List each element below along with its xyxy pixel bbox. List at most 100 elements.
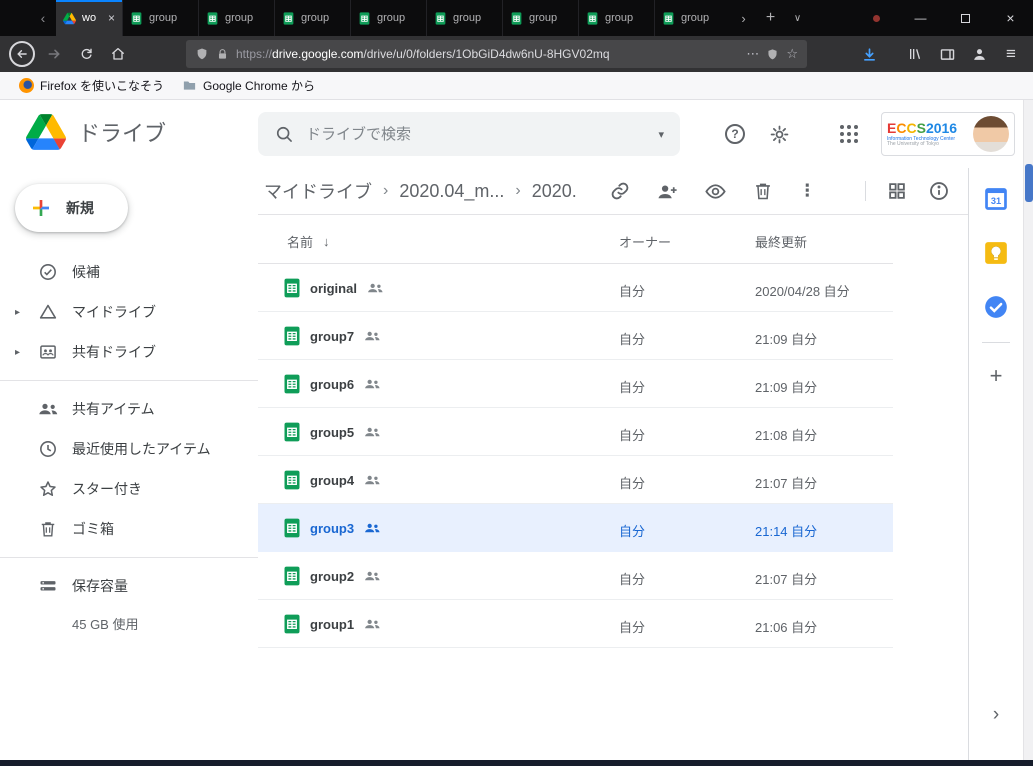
sidebar-toggle-button[interactable] [931,38,963,70]
tab-list-dropdown-icon[interactable]: ∨ [784,0,811,36]
tab-close-icon[interactable]: × [108,11,115,25]
sidebar-item-label: 共有ドライブ [72,342,156,362]
sidebar-item-my-drive[interactable]: ▸ マイドライブ [0,292,258,332]
file-row[interactable]: group5 自分 21:08 自分 [258,408,893,456]
new-button[interactable]: 新規 [15,184,128,232]
sort-desc-icon[interactable]: ↓ [323,234,330,249]
file-row[interactable]: group4 自分 21:07 自分 [258,456,893,504]
home-button[interactable] [102,38,134,70]
avatar[interactable] [973,116,1009,152]
account-badge[interactable]: ECCS2016 Information Technology Center T… [881,112,1015,156]
sheets-favicon [586,12,599,25]
sidebar-item-shared-drives[interactable]: ▸ 共有ドライブ [0,332,258,372]
my-drive-icon [36,300,60,324]
google-apps-button[interactable] [827,112,871,156]
menu-hamburger-icon[interactable]: ≡ [995,38,1027,70]
back-button[interactable] [6,38,38,70]
get-link-icon[interactable] [609,180,631,202]
maximize-button[interactable] [943,0,988,36]
help-button[interactable]: ? [713,112,757,156]
file-name: original [310,281,357,296]
reload-button[interactable] [70,38,102,70]
file-name: group6 [310,377,354,392]
browser-tab[interactable]: group [274,0,350,36]
share-add-person-icon[interactable] [656,180,679,203]
file-row[interactable]: group1 自分 21:06 自分 [258,600,893,648]
file-row[interactable]: original 自分 2020/04/28 自分 [258,264,893,312]
preview-eye-icon[interactable] [704,180,727,203]
settings-button[interactable] [757,112,801,156]
breadcrumb-my-drive[interactable]: マイドライブ [264,178,372,204]
account-button[interactable] [963,38,995,70]
sheets-file-icon [282,374,302,394]
downloads-button[interactable] [853,38,885,70]
sidebar-item-shared-with-me[interactable]: 共有アイテム [0,389,258,429]
drive-logo-home[interactable]: ドライブ [26,114,166,150]
browser-tab[interactable]: group [122,0,198,36]
column-modified[interactable]: 最終更新 [755,232,807,251]
browser-tab-active[interactable]: wo × [56,0,122,36]
column-owner[interactable]: オーナー [619,232,671,251]
file-row[interactable]: group6 自分 21:09 自分 [258,360,893,408]
sidebar-item-storage[interactable]: 保存容量 [0,566,258,606]
search-icon[interactable] [274,124,294,144]
browser-tab[interactable]: group [578,0,654,36]
expand-arrow-icon[interactable]: ▸ [15,347,36,358]
expand-arrow-icon[interactable]: ▸ [15,307,36,318]
more-actions-icon[interactable]: ⋮ [799,181,816,201]
sheets-file-icon [282,614,302,634]
trash-icon[interactable] [752,180,774,202]
sheets-favicon [662,12,675,25]
url-path: /drive/u/0/folders/1ObGiD4dw6nU-8HGV02mq [363,47,609,61]
info-icon[interactable] [928,180,950,202]
bookmark-star-icon[interactable]: ☆ [786,46,798,62]
page-actions-icon[interactable]: ⋯ [746,46,759,62]
sidebar-item-trash[interactable]: ゴミ箱 [0,509,258,549]
add-addon-plus-icon[interactable]: + [990,365,1003,387]
browser-tab[interactable]: group [350,0,426,36]
file-row-selected[interactable]: group3 自分 21:14 自分 [258,504,893,552]
browser-tab[interactable]: group [426,0,502,36]
grid-view-icon[interactable] [886,180,908,202]
url-bar[interactable]: https://drive.google.com/drive/u/0/folde… [186,40,807,68]
lock-icon[interactable] [216,48,229,61]
scrollbar-thumb[interactable] [1025,164,1033,202]
window-close-button[interactable]: × [988,0,1033,36]
breadcrumb-current-folder[interactable]: 2020. [532,181,577,202]
permissions-shield-icon[interactable] [766,48,779,61]
search-options-caret-icon[interactable]: ▾ [658,128,664,141]
keep-icon[interactable] [983,240,1009,266]
bookmarks-bar: Firefox を使いこなそう Google Chrome から [0,72,1033,100]
browser-tab[interactable]: group [198,0,274,36]
file-row[interactable]: group7 自分 21:09 自分 [258,312,893,360]
file-row[interactable]: group2 自分 21:07 自分 [258,552,893,600]
tab-overflow-icon[interactable]: › [730,0,757,36]
forward-button[interactable] [38,38,70,70]
minimize-button[interactable]: — [898,0,943,36]
file-owner: 自分 [619,473,645,492]
calendar-icon[interactable]: 31 [983,186,1009,212]
file-owner: 自分 [619,281,645,300]
sidebar-item-priority[interactable]: 候補 [0,252,258,292]
search-input[interactable] [306,126,646,143]
tracking-protection-shield-icon[interactable] [195,47,209,61]
sidebar-item-recent[interactable]: 最近使用したアイテム [0,429,258,469]
breadcrumb-folder[interactable]: 2020.04_m... [399,181,504,202]
browser-tab[interactable]: group [502,0,578,36]
drive-toolbar: マイドライブ › 2020.04_m... › 2020. ⋮ [258,168,968,215]
tab-scroll-left-icon[interactable]: ‹ [30,10,56,26]
drive-sidebar: 新規 候補 ▸ マイドライブ ▸ 共有 [0,168,258,760]
column-name[interactable]: 名前↓ [287,232,330,251]
browser-tab[interactable]: group [654,0,730,36]
bookmark-firefox[interactable]: Firefox を使いこなそう [10,75,173,97]
panel-collapse-chevron-icon[interactable]: › [993,704,999,726]
page-scrollbar[interactable] [1023,100,1033,760]
apps-grid-icon [840,125,858,143]
sheets-favicon [434,12,447,25]
bookmark-folder-chrome[interactable]: Google Chrome から [173,75,324,97]
tasks-icon[interactable] [983,294,1009,320]
sidebar-item-starred[interactable]: スター付き [0,469,258,509]
search-box[interactable]: ▾ [258,112,680,156]
new-tab-button[interactable]: + [757,0,784,36]
library-button[interactable] [899,38,931,70]
